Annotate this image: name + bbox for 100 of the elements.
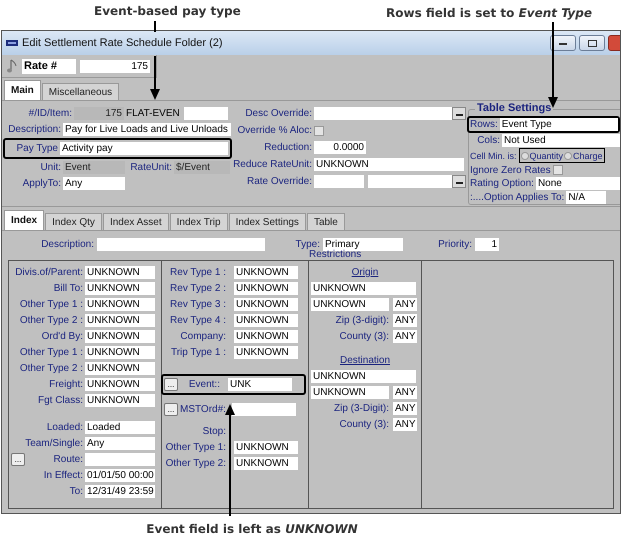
text-field[interactable]: UNKNOWN: [85, 378, 155, 391]
field-label: Type:: [294, 238, 320, 250]
field-label: Ignore Zero Rates: [470, 164, 551, 176]
rate-unit-field: $/Event: [174, 161, 230, 174]
field-label: County (3):: [338, 419, 389, 430]
event-field[interactable]: UNK: [228, 378, 292, 391]
rate-override-field[interactable]: [314, 175, 364, 188]
field-label: Zip (3-Digit):: [332, 403, 389, 414]
field-label: MSTOrd#:: [180, 404, 224, 415]
group-title: Restrictions: [309, 249, 362, 260]
apply-to-field[interactable]: Any: [63, 177, 125, 190]
radio-button[interactable]: [520, 152, 529, 160]
rate-field[interactable]: 175: [80, 60, 150, 72]
priority-field[interactable]: 1: [475, 238, 499, 250]
county-field[interactable]: ANY: [393, 330, 417, 343]
lookup-button[interactable]: ...: [164, 403, 178, 416]
rows-field[interactable]: Event Type: [500, 118, 618, 132]
text-field[interactable]: UNKNOWN: [85, 330, 155, 343]
text-field[interactable]: UNKNOWN: [311, 298, 389, 311]
text-field[interactable]: UNKNOWN: [234, 457, 298, 470]
tab[interactable]: Index Trip: [170, 213, 228, 230]
reduction-field[interactable]: 0.0000: [314, 141, 366, 154]
text-field[interactable]: UNKNOWN: [85, 394, 155, 407]
text-field[interactable]: 01/01/50 00:00: [85, 469, 155, 482]
tab[interactable]: Main: [4, 80, 41, 100]
text-field[interactable]: Loaded: [85, 421, 155, 434]
field-label: RateUnit:: [129, 162, 172, 173]
field-label: Rows:: [470, 119, 498, 130]
item-field[interactable]: [184, 107, 228, 120]
number-field: 175: [74, 107, 124, 120]
text-field[interactable]: UNKNOWN: [311, 370, 416, 383]
text-field[interactable]: UNKNOWN: [234, 282, 298, 295]
annotation-text: Event field is left as UNKNOWN: [146, 522, 359, 538]
minimize-button[interactable]: [550, 35, 576, 51]
text-field[interactable]: UNKNOWN: [234, 441, 298, 454]
minimize-icon: [559, 42, 567, 44]
field-label: Other Type 2:: [164, 458, 226, 469]
text-field[interactable]: UNKNOWN: [85, 346, 155, 359]
reduce-rate-unit-field[interactable]: UNKNOWN: [314, 158, 464, 171]
close-button[interactable]: [608, 35, 620, 51]
text-field[interactable]: UNKNOWN: [311, 282, 416, 295]
description-field[interactable]: [97, 238, 265, 250]
radio-button[interactable]: [564, 152, 572, 160]
field-label: Other Type 1:: [164, 442, 226, 453]
tab[interactable]: Index: [4, 210, 44, 230]
code-field[interactable]: ANY: [393, 298, 417, 311]
checkbox[interactable]: [552, 165, 563, 176]
field-label: County (3):: [338, 331, 389, 342]
text-field[interactable]: UNKNOWN: [234, 346, 298, 359]
field-label: Ord'd By:: [40, 331, 83, 342]
annotation-text: Event-based pay type: [94, 4, 242, 18]
text-field[interactable]: UNKNOWN: [234, 266, 298, 279]
zip-field[interactable]: ANY: [393, 314, 417, 327]
pay-type-field[interactable]: Activity pay: [60, 142, 228, 155]
tab[interactable]: Index Asset: [102, 213, 169, 230]
description-field[interactable]: Pay for Live Loads and Live Unloads: [63, 123, 231, 136]
field-label: Loaded:: [46, 422, 83, 433]
lookup-button[interactable]: ...: [164, 378, 178, 391]
annotation-text: Rows field is set to Event Type: [386, 6, 593, 20]
id-field: FLAT-EVEN: [126, 107, 182, 120]
type-field[interactable]: Primary: [323, 238, 403, 250]
text-field[interactable]: UNKNOWN: [85, 314, 155, 327]
field-label: Fgt Class:: [36, 395, 83, 406]
section-heading: Origin: [352, 267, 378, 278]
zip-field[interactable]: ANY: [393, 402, 417, 415]
text-field[interactable]: UNKNOWN: [311, 386, 389, 399]
field-label: Other Type 1 :: [18, 299, 83, 310]
desc-override-dropdown[interactable]: [314, 107, 464, 120]
text-field[interactable]: UNKNOWN: [85, 266, 155, 279]
text-field[interactable]: Any: [85, 437, 155, 450]
field-label: Desc Override:: [244, 108, 312, 119]
text-field[interactable]: UNKNOWN: [234, 298, 298, 311]
code-field[interactable]: ANY: [393, 386, 417, 399]
text-field[interactable]: UNKNOWN: [85, 298, 155, 311]
option-applies-field[interactable]: N/A: [566, 191, 606, 204]
text-field[interactable]: 12/31/49 23:59: [85, 485, 155, 498]
tab[interactable]: Index Qty: [45, 213, 102, 230]
cols-field[interactable]: Not Used: [502, 134, 620, 148]
group-title: Table Settings: [475, 102, 554, 114]
mstord-field[interactable]: [232, 403, 296, 416]
checkbox[interactable]: [314, 126, 324, 136]
text-field[interactable]: UNKNOWN: [85, 282, 155, 295]
county-field[interactable]: ANY: [393, 418, 417, 431]
section-label: Stop:: [202, 426, 226, 437]
field-label: Trip Type 1 :: [170, 347, 226, 358]
rate-override-dropdown[interactable]: [368, 175, 464, 188]
maximize-button[interactable]: [579, 35, 605, 51]
text-field[interactable]: UNKNOWN: [234, 330, 298, 343]
tab[interactable]: Miscellaneous: [42, 83, 120, 100]
tab[interactable]: Index Settings: [228, 213, 306, 230]
field-label: Rev Type 1 :: [169, 267, 226, 278]
field-label: Event::: [188, 379, 220, 390]
lookup-button[interactable]: ...: [11, 453, 25, 466]
text-field[interactable]: UNKNOWN: [85, 362, 155, 375]
text-field[interactable]: UNKNOWN: [234, 314, 298, 327]
rating-option-field[interactable]: None: [536, 177, 620, 190]
tab[interactable]: Table: [306, 213, 345, 230]
unit-field: Event: [63, 161, 125, 174]
text-field[interactable]: [85, 453, 155, 466]
caret-icon: [456, 114, 462, 117]
